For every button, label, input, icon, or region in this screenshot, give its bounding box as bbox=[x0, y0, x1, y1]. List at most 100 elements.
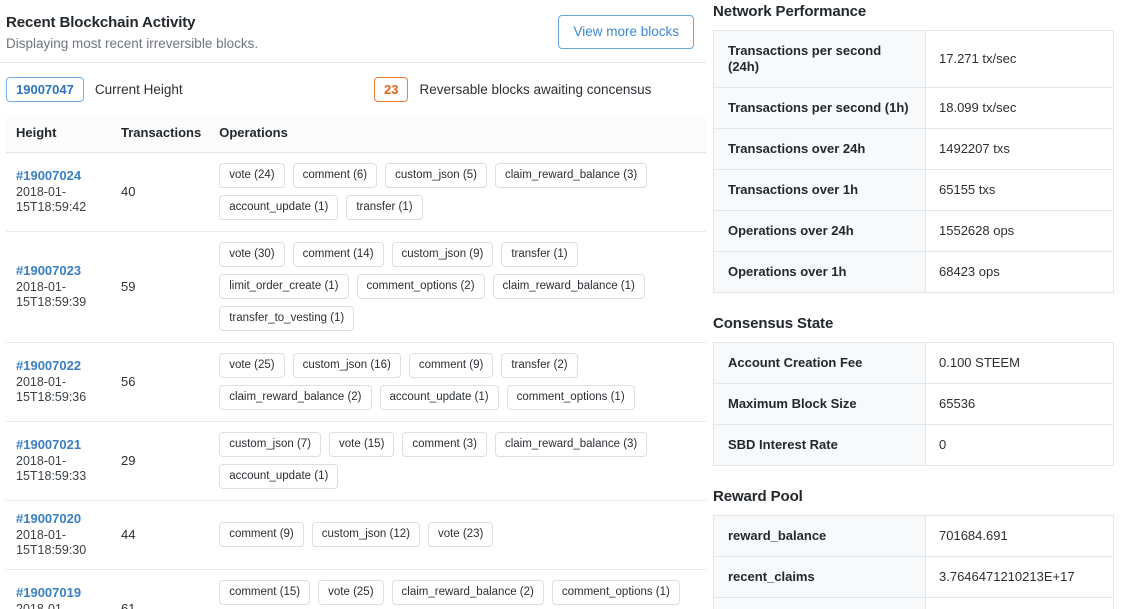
table-row: Operations over 1h68423 ops bbox=[714, 252, 1114, 293]
page-subtitle: Displaying most recent irreversible bloc… bbox=[6, 35, 258, 52]
network-performance-title: Network Performance bbox=[713, 3, 1128, 20]
consensus-param-label: SBD Interest Rate bbox=[714, 425, 926, 466]
operation-pill[interactable]: claim_reward_balance (1) bbox=[493, 274, 645, 299]
operations-list: comment (15) vote (25) claim_reward_balanc… bbox=[219, 580, 698, 609]
stats-row: 19007047 Current Height 23 Reversable bl… bbox=[0, 63, 706, 115]
operation-pill[interactable]: account_update (1) bbox=[219, 195, 338, 220]
table-row: #190070202018-01-15T18:59:3044comment (9… bbox=[6, 501, 706, 570]
operation-pill[interactable]: transfer (1) bbox=[501, 242, 577, 267]
consensus-param-label: Account Creation Fee bbox=[714, 343, 926, 384]
table-row: Transactions per second (1h)18.099 tx/se… bbox=[714, 88, 1114, 129]
block-timestamp: 2018-01-15T18:59:33 bbox=[16, 454, 103, 484]
operation-pill[interactable]: account_update (1) bbox=[219, 464, 338, 489]
block-height-link[interactable]: #19007022 bbox=[16, 358, 103, 374]
operations-cell: custom_json (7) vote (15) comment (3) claim… bbox=[209, 422, 706, 501]
operation-pill[interactable]: custom_json (5) bbox=[385, 163, 487, 188]
operation-pill[interactable]: vote (25) bbox=[318, 580, 383, 605]
operation-pill[interactable]: claim_reward_balance (2) bbox=[392, 580, 544, 605]
reversable-blocks-badge[interactable]: 23 bbox=[374, 77, 408, 102]
reversable-blocks-label: Reversable blocks awaiting concensus bbox=[419, 82, 651, 97]
transaction-count: 29 bbox=[111, 422, 209, 501]
operations-cell: comment (15) vote (25) claim_reward_balanc… bbox=[209, 570, 706, 609]
operation-pill[interactable]: claim_reward_balance (2) bbox=[219, 385, 371, 410]
current-height-label: Current Height bbox=[95, 82, 183, 97]
block-height-link[interactable]: #19007023 bbox=[16, 263, 103, 279]
operation-pill[interactable]: comment_options (1) bbox=[507, 385, 635, 410]
operation-pill[interactable]: transfer (1) bbox=[346, 195, 422, 220]
operation-pill[interactable]: custom_json (12) bbox=[312, 522, 420, 547]
operation-pill[interactable]: comment_options (1) bbox=[552, 580, 680, 605]
metric-label: Operations over 1h bbox=[714, 252, 926, 293]
operations-cell: vote (24) comment (6) custom_json (5) claim… bbox=[209, 153, 706, 232]
network-performance-table: Transactions per second (24h)17.271 tx/s… bbox=[713, 30, 1114, 293]
table-row: #190070192018-01-15T18:59:2761comment (1… bbox=[6, 570, 706, 609]
consensus-state-table: Account Creation Fee0.100 STEEMMaximum B… bbox=[713, 342, 1114, 466]
transaction-count: 40 bbox=[111, 153, 209, 232]
reward-pool-value: 1515958500000 bbox=[926, 598, 1114, 609]
block-height-link[interactable]: #19007024 bbox=[16, 168, 103, 184]
table-row: #190070212018-01-15T18:59:3329custom_jso… bbox=[6, 422, 706, 501]
block-timestamp: 2018-01-15T18:59:42 bbox=[16, 185, 103, 215]
block-timestamp: 2018-01-15T18:59:36 bbox=[16, 375, 103, 405]
reward-pool-value: 3.7646471210213E+17 bbox=[926, 557, 1114, 598]
operation-pill[interactable]: comment_options (2) bbox=[357, 274, 485, 299]
metric-label: Transactions per second (24h) bbox=[714, 31, 926, 88]
consensus-param-label: Maximum Block Size bbox=[714, 384, 926, 425]
block-height-cell: #190070232018-01-15T18:59:39 bbox=[6, 232, 111, 343]
operation-pill[interactable]: comment (14) bbox=[293, 242, 384, 267]
metric-label: Transactions over 1h bbox=[714, 170, 926, 211]
reward-pool-value: 701684.691 bbox=[926, 516, 1114, 557]
table-row: last_update1515958500000 bbox=[714, 598, 1114, 609]
operation-pill[interactable]: vote (25) bbox=[219, 353, 284, 378]
operation-pill[interactable]: custom_json (7) bbox=[219, 432, 321, 457]
reward-pool-label: reward_balance bbox=[714, 516, 926, 557]
column-header-height: Height bbox=[6, 115, 111, 153]
block-height-link[interactable]: #19007019 bbox=[16, 585, 103, 601]
operation-pill[interactable]: claim_reward_balance (3) bbox=[495, 432, 647, 457]
operation-pill[interactable]: claim_reward_balance (3) bbox=[495, 163, 647, 188]
operation-pill[interactable]: account_update (1) bbox=[380, 385, 499, 410]
operation-pill[interactable]: vote (15) bbox=[329, 432, 394, 457]
blocks-table-body: #190070242018-01-15T18:59:4240vote (24)c… bbox=[6, 153, 706, 609]
operation-pill[interactable]: comment (3) bbox=[402, 432, 487, 457]
operation-pill[interactable]: comment (15) bbox=[219, 580, 310, 605]
column-header-operations: Operations bbox=[209, 115, 706, 153]
operation-pill[interactable]: transfer (2) bbox=[501, 353, 577, 378]
stats-sidebar: Network Performance Transactions per sec… bbox=[706, 0, 1144, 609]
header-text-group: Recent Blockchain Activity Displaying mo… bbox=[6, 12, 258, 52]
blocks-table-head: Height Transactions Operations bbox=[6, 115, 706, 153]
block-height-link[interactable]: #19007020 bbox=[16, 511, 103, 527]
transaction-count: 59 bbox=[111, 232, 209, 343]
transaction-count: 44 bbox=[111, 501, 209, 570]
page-title: Recent Blockchain Activity bbox=[6, 14, 258, 32]
block-height-cell: #190070212018-01-15T18:59:33 bbox=[6, 422, 111, 501]
operation-pill[interactable]: limit_order_create (1) bbox=[219, 274, 348, 299]
operation-pill[interactable]: comment (6) bbox=[293, 163, 378, 188]
operation-pill[interactable]: transfer_to_vesting (1) bbox=[219, 306, 354, 331]
table-row: #190070222018-01-15T18:59:3656vote (25)c… bbox=[6, 343, 706, 422]
block-height-link[interactable]: #19007021 bbox=[16, 437, 103, 453]
table-row: SBD Interest Rate0 bbox=[714, 425, 1114, 466]
column-header-transactions: Transactions bbox=[111, 115, 209, 153]
table-row: Account Creation Fee0.100 STEEM bbox=[714, 343, 1114, 384]
operation-pill[interactable]: comment (9) bbox=[409, 353, 494, 378]
block-height-cell: #190070242018-01-15T18:59:42 bbox=[6, 153, 111, 232]
block-height-cell: #190070222018-01-15T18:59:36 bbox=[6, 343, 111, 422]
blockchain-explorer-page: Recent Blockchain Activity Displaying mo… bbox=[0, 0, 1144, 609]
consensus-state-title: Consensus State bbox=[713, 315, 1128, 332]
operation-pill[interactable]: custom_json (9) bbox=[392, 242, 494, 267]
table-row: Transactions per second (24h)17.271 tx/s… bbox=[714, 31, 1114, 88]
operation-pill[interactable]: custom_json (16) bbox=[293, 353, 401, 378]
current-height-badge[interactable]: 19007047 bbox=[6, 77, 84, 102]
operation-pill[interactable]: comment (9) bbox=[219, 522, 304, 547]
block-height-cell: #190070192018-01-15T18:59:27 bbox=[6, 570, 111, 609]
panel-header: Recent Blockchain Activity Displaying mo… bbox=[0, 8, 706, 63]
operation-pill[interactable]: vote (30) bbox=[219, 242, 284, 267]
reward-pool-table: reward_balance701684.691recent_claims3.7… bbox=[713, 515, 1114, 609]
metric-value: 68423 ops bbox=[926, 252, 1114, 293]
table-row: #190070242018-01-15T18:59:4240vote (24)c… bbox=[6, 153, 706, 232]
metric-label: Operations over 24h bbox=[714, 211, 926, 252]
operation-pill[interactable]: vote (23) bbox=[428, 522, 493, 547]
operation-pill[interactable]: vote (24) bbox=[219, 163, 284, 188]
view-more-blocks-button[interactable]: View more blocks bbox=[558, 15, 694, 49]
